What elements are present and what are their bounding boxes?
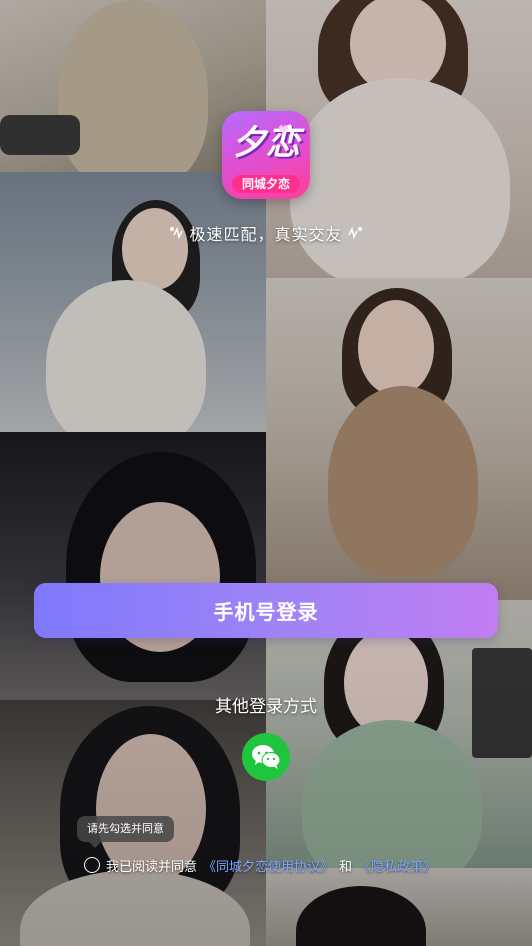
agreement-row: 我已阅读并同意 《同城夕恋使用协议》和《隐私政策》 bbox=[84, 855, 436, 875]
agreement-tooltip: 请先勾选并同意 bbox=[77, 816, 174, 848]
sparkle-icon bbox=[170, 226, 184, 240]
wechat-login-button[interactable] bbox=[242, 733, 290, 781]
logo-subtitle: 同城夕恋 bbox=[232, 175, 300, 193]
background-photo-3 bbox=[0, 432, 266, 700]
background-photo-6 bbox=[266, 278, 532, 600]
background-photo-7 bbox=[266, 600, 532, 868]
logo-title: 夕恋 bbox=[232, 123, 300, 163]
wechat-icon bbox=[252, 745, 281, 769]
user-agreement-link[interactable]: 《同城夕恋使用协议》 bbox=[203, 856, 333, 875]
agreement-conjunction: 和 bbox=[339, 859, 353, 875]
agreement-checkbox[interactable] bbox=[84, 857, 100, 873]
background-photo-2 bbox=[0, 172, 266, 432]
slogan-text: 极速匹配，真实交友 bbox=[189, 225, 343, 244]
agreement-prefix: 我已阅读并同意 bbox=[106, 859, 198, 875]
slogan: 极速匹配，真实交友 bbox=[0, 221, 532, 245]
heart-icon: ♥ bbox=[278, 123, 289, 137]
sparkle-icon bbox=[347, 226, 362, 240]
app-logo: 夕恋 ♥ 同城夕恋 bbox=[222, 111, 310, 199]
other-login-label: 其他登录方式 bbox=[215, 697, 317, 717]
background-photo-8 bbox=[266, 868, 532, 946]
phone-login-button[interactable]: 手机号登录 bbox=[34, 583, 498, 638]
privacy-policy-link[interactable]: 《隐私政策》 bbox=[358, 856, 436, 875]
